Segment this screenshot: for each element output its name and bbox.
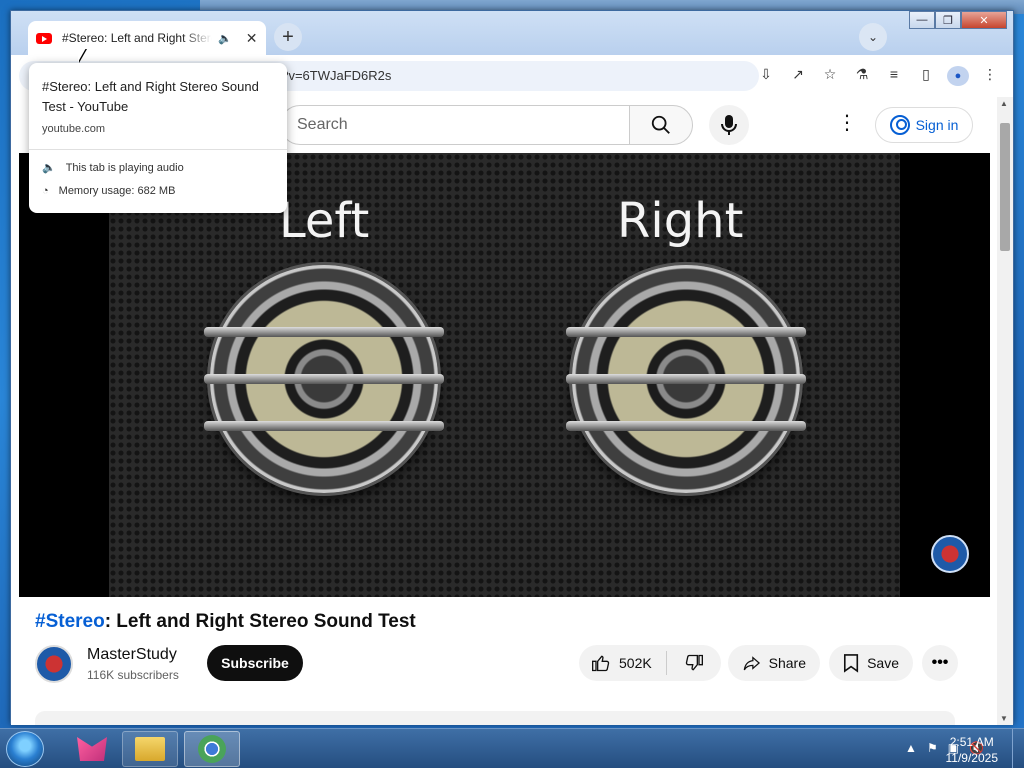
tab-search-button[interactable]: ⌄ [859, 23, 887, 51]
scroll-down-icon[interactable]: ▼ [1000, 714, 1008, 723]
profile-icon[interactable]: ● [947, 66, 969, 86]
window-controls: — ❐ ✕ [909, 11, 1007, 29]
like-dislike-group: 502K [579, 645, 721, 681]
hover-card-audio-row: 🔈 This tab is playing audio [42, 161, 184, 175]
mouse-cursor-icon [78, 48, 86, 62]
audio-status-text: This tab is playing audio [65, 161, 184, 174]
tab-title: #Stereo: Left and Right Stereo Sound Tes… [62, 31, 212, 45]
channel-avatar[interactable] [35, 645, 73, 683]
hover-card-title: #Stereo: Left and Right Stereo Sound Tes… [42, 79, 259, 114]
voice-search-button[interactable] [709, 105, 749, 145]
youtube-favicon-icon [36, 32, 52, 44]
tab-close-icon[interactable]: ✕ [246, 30, 258, 47]
dislike-button[interactable] [667, 653, 721, 673]
close-window-button[interactable]: ✕ [961, 11, 1007, 29]
clock-date: 11/9/2025 [945, 751, 999, 765]
clock-time: 2:51 AM [949, 735, 994, 749]
thumbs-up-icon [592, 655, 610, 672]
speaker-icon: 🔈 [42, 162, 56, 174]
microphone-icon [721, 115, 737, 135]
chrome-icon [198, 735, 226, 763]
subscribe-button[interactable]: Subscribe [207, 645, 303, 681]
thumbs-down-icon [685, 654, 703, 671]
search-button[interactable] [629, 105, 693, 145]
browser-window: #Stereo: Left and Right Stereo Sound Tes… [10, 10, 1014, 725]
video-title-text: : Left and Right Stereo Sound Test [104, 611, 416, 632]
fox-app-icon [77, 737, 107, 761]
minimize-button[interactable]: — [909, 11, 935, 29]
share-arrow-icon [743, 656, 761, 671]
tray-expand-icon[interactable]: ▲ [905, 741, 917, 755]
taskbar-app-fox[interactable] [64, 731, 120, 767]
channel-watermark-logo[interactable] [931, 535, 969, 573]
maximize-button[interactable]: ❐ [935, 11, 961, 29]
subscriber-count: 116K subscribers [87, 668, 179, 682]
sign-in-label: Sign in [915, 117, 959, 133]
search-input[interactable]: Search [280, 105, 630, 145]
show-desktop-button[interactable] [1012, 729, 1024, 768]
video-player[interactable]: Left Right [19, 153, 990, 597]
tab-hover-card: #Stereo: Left and Right Stereo Sound Tes… [29, 63, 287, 213]
hover-card-domain: youtube.com [42, 123, 105, 135]
side-panel-icon[interactable]: ▯ [915, 66, 937, 86]
video-title: #Stereo: Left and Right Stereo Sound Tes… [35, 611, 416, 633]
action-center-flag-icon[interactable]: ⚑ [927, 741, 938, 755]
hover-card-memory-row: ◔ Memory usage: 682 MB [42, 185, 175, 197]
left-channel-label: Left [279, 193, 370, 249]
video-hashtag-link[interactable]: #Stereo [35, 611, 105, 632]
share-page-icon[interactable]: ↗ [787, 66, 809, 86]
new-tab-button[interactable]: + [274, 23, 302, 51]
scroll-thumb[interactable] [1000, 123, 1010, 251]
settings-menu-icon[interactable]: ⋮ [837, 113, 857, 133]
labs-flask-icon[interactable]: ⚗ [851, 66, 873, 86]
bookmark-icon [843, 654, 859, 673]
scroll-up-icon[interactable]: ▲ [1000, 99, 1008, 108]
folder-icon [135, 737, 165, 761]
save-label: Save [867, 655, 899, 671]
more-actions-button[interactable]: ••• [922, 645, 958, 681]
page-scrollbar[interactable]: ▲ ▼ [997, 97, 1013, 725]
start-button[interactable] [6, 731, 44, 767]
taskbar-app-chrome[interactable] [184, 731, 240, 767]
like-button[interactable]: 502K [579, 651, 667, 675]
description-box[interactable] [35, 711, 955, 725]
channel-name[interactable]: MasterStudy [87, 646, 177, 664]
browser-titlebar: #Stereo: Left and Right Stereo Sound Tes… [11, 11, 1013, 55]
browser-menu-icon[interactable]: ⋮ [979, 66, 1001, 86]
taskbar-app-explorer[interactable] [122, 731, 178, 767]
toolbar-icons: ⇩ ↗ ☆ ⚗ ≡ ▯ ● ⋮ [755, 66, 1001, 86]
memory-usage-text: Memory usage: 682 MB [58, 185, 176, 197]
left-speaker-image [204, 265, 444, 493]
account-icon [889, 115, 910, 135]
bookmark-star-icon[interactable]: ☆ [819, 66, 841, 86]
media-controls-icon[interactable]: ≡ [883, 66, 905, 86]
taskbar-clock[interactable]: 2:51 AM 11/9/2025 [946, 734, 999, 766]
save-button[interactable]: Save [829, 645, 913, 681]
install-app-icon[interactable]: ⇩ [755, 66, 777, 86]
speaker-icon[interactable]: 🔈 [218, 32, 232, 45]
share-button[interactable]: Share [728, 645, 820, 681]
right-speaker-image [566, 265, 806, 493]
like-count: 502K [619, 655, 652, 671]
search-icon [651, 115, 670, 134]
right-channel-label: Right [617, 193, 744, 249]
windows-taskbar: ▲ ⚑ ▣ 🔇 2:51 AM 11/9/2025 [0, 728, 1024, 768]
gauge-icon: ◔ [42, 185, 49, 197]
sign-in-button[interactable]: Sign in [875, 107, 973, 143]
hover-card-divider [29, 149, 287, 150]
share-label: Share [768, 655, 806, 671]
video-frame[interactable]: Left Right [109, 153, 900, 597]
active-tab[interactable]: #Stereo: Left and Right Stereo Sound Tes… [28, 21, 266, 55]
